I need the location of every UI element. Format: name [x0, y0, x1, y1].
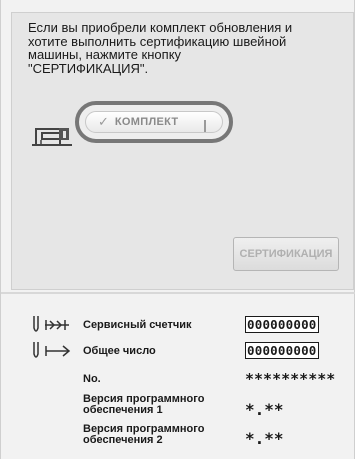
kit-button[interactable]: ✓ КОМПЛЕКТ [85, 111, 223, 133]
service-counter-value: 000000000 [245, 316, 319, 333]
instruction-text: Если вы приобрели комплект обновления и … [28, 20, 293, 76]
kit-button-label: КОМПЛЕКТ [114, 116, 179, 128]
check-icon: ✓ [98, 114, 109, 129]
serial-number-label: No. [83, 373, 101, 385]
software-version-1-value: *.** [245, 400, 284, 419]
software-version-2-label: Версия программного обеспечения 2 [83, 423, 205, 446]
needle-arrow-icon [33, 342, 71, 358]
total-count-value: 000000000 [245, 342, 319, 359]
software-version-2-value: *.** [245, 429, 284, 448]
sewing-machine-icon [32, 128, 72, 146]
serial-number-value: ********** [245, 370, 336, 388]
needle-stitch-icon [33, 316, 69, 332]
software-version-1-label: Версия программного обеспечения 1 [83, 393, 205, 416]
certification-button[interactable]: СЕРТИФИКАЦИЯ [233, 237, 339, 271]
indicator-bar-icon [204, 120, 206, 132]
section-divider [1, 292, 355, 294]
kit-button-highlight[interactable]: ✓ КОМПЛЕКТ [75, 101, 233, 143]
total-count-label: Общее число [83, 345, 156, 357]
certification-screen: Если вы приобрели комплект обновления и … [0, 0, 355, 459]
service-counter-label: Сервисный счетчик [83, 319, 192, 331]
